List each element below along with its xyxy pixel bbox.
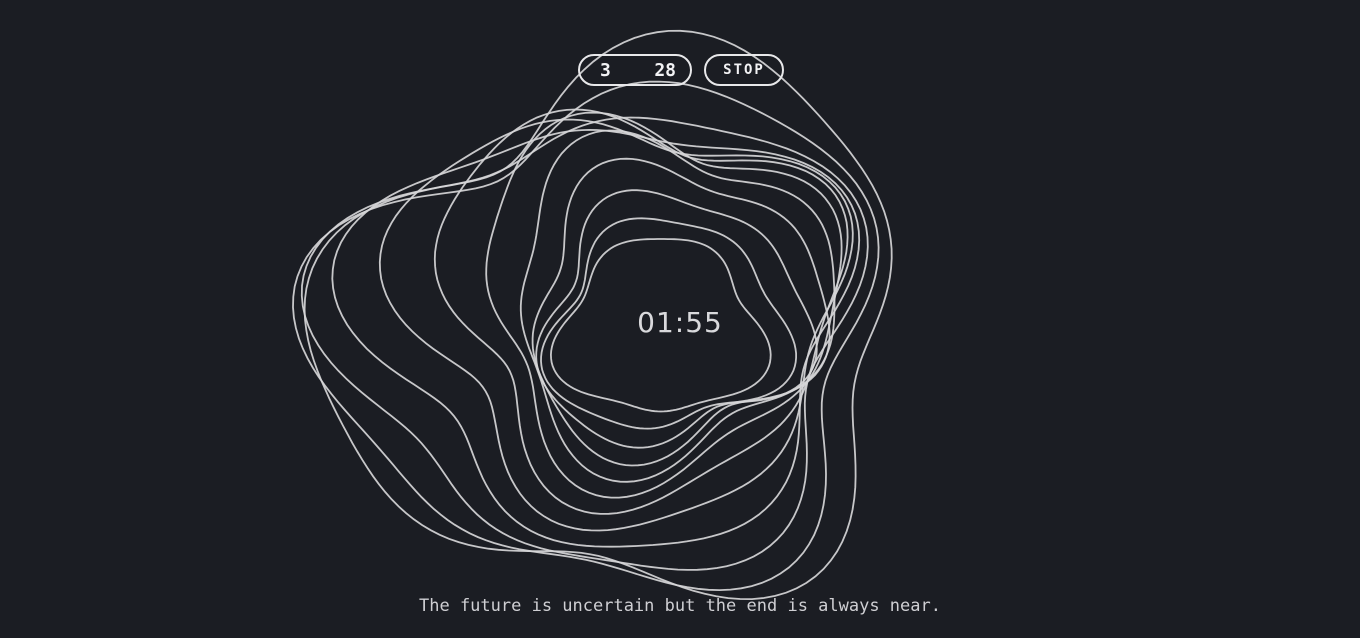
timer-controls: STOP [578,54,784,86]
time-input-group [578,54,692,86]
countdown-display: 01:55 [637,306,723,339]
wave-ring [300,116,869,571]
seconds-input[interactable] [648,59,676,81]
timer-stage: STOP 01:55 The future is uncertain but t… [0,0,1360,638]
stop-button[interactable]: STOP [704,54,784,86]
tagline-text: The future is uncertain but the end is a… [419,596,941,616]
minutes-input[interactable] [600,59,616,81]
